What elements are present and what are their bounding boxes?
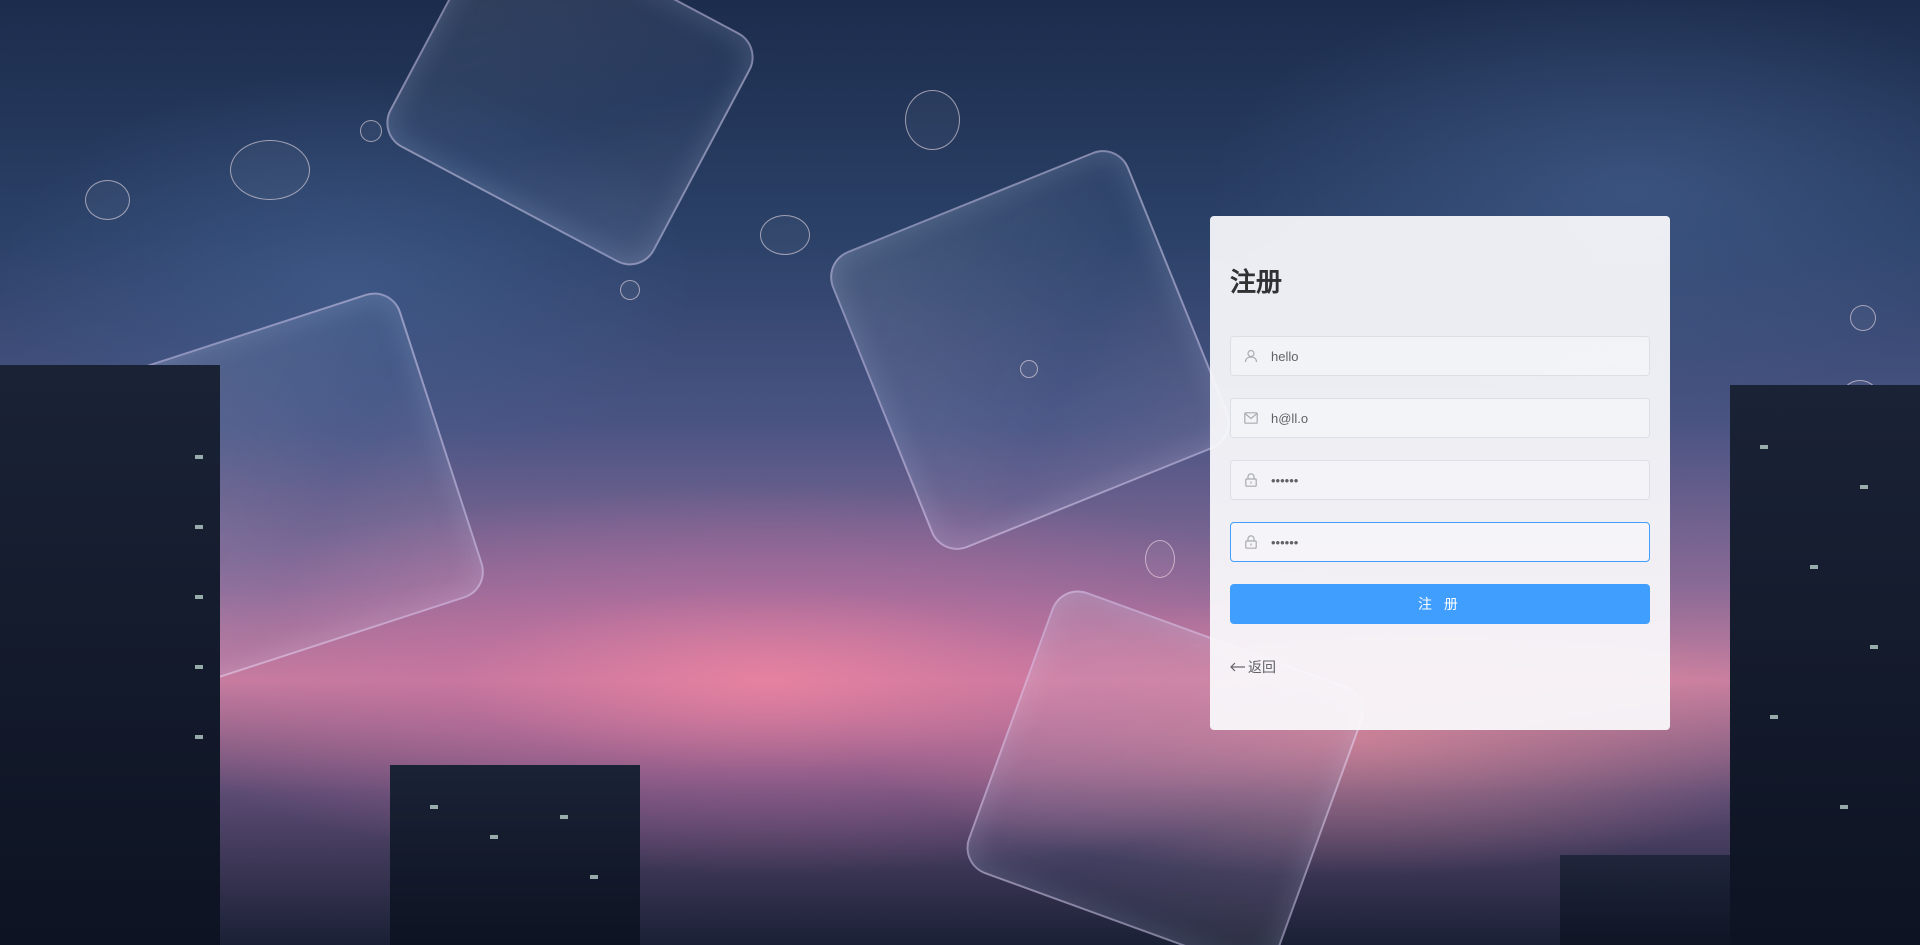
bubble [620, 280, 640, 300]
lock-icon [1231, 523, 1271, 561]
ice-cube-3 [821, 141, 1239, 559]
back-label: 返回 [1248, 659, 1276, 675]
bubble [1145, 540, 1175, 578]
arrow-left-icon [1230, 659, 1246, 675]
mail-icon [1231, 399, 1271, 437]
username-input[interactable] [1271, 337, 1649, 375]
password-input[interactable] [1271, 461, 1649, 499]
ice-cube-1 [376, 0, 764, 276]
username-field[interactable] [1230, 336, 1650, 376]
bubble [1840, 380, 1880, 420]
building-right [1730, 385, 1920, 945]
ice-cube-2 [68, 285, 492, 695]
user-icon [1231, 337, 1271, 375]
confirm-password-field[interactable] [1230, 522, 1650, 562]
bubble [85, 180, 130, 220]
back-link[interactable]: 返回 [1230, 657, 1276, 677]
bubble [230, 140, 310, 200]
bubble [905, 90, 960, 150]
register-button[interactable]: 注 册 [1230, 584, 1650, 624]
page-title: 注册 [1230, 267, 1283, 297]
building-left [0, 365, 220, 945]
email-field[interactable] [1230, 398, 1650, 438]
lock-icon [1231, 461, 1271, 499]
bubble [1020, 360, 1038, 378]
bubble [1850, 305, 1876, 331]
register-form: 注册 hello h@ll.o •••••• •••••• 注 册 返回 [1210, 0, 1670, 945]
email-input[interactable] [1271, 399, 1649, 437]
confirm-password-input[interactable] [1271, 523, 1649, 561]
password-field[interactable] [1230, 460, 1650, 500]
bubble [760, 215, 810, 255]
building-center [390, 765, 640, 945]
bubble [360, 120, 382, 142]
